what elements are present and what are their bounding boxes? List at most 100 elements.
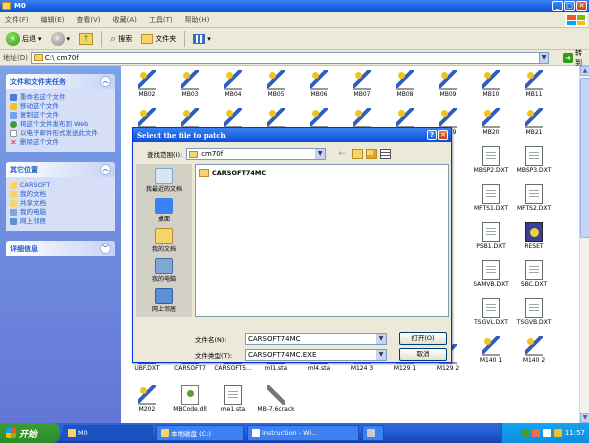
file-item[interactable]: MFTS1.DXT xyxy=(471,184,511,220)
other-places-header[interactable]: 其它位置 ︿ xyxy=(6,162,115,177)
collapse-icon[interactable]: ︿ xyxy=(100,76,111,87)
forward-button[interactable]: › ▾ xyxy=(48,30,74,48)
place-recent[interactable]: 我最近的文档 xyxy=(146,168,182,193)
volume-tray-icon[interactable] xyxy=(542,429,551,437)
new-folder-icon[interactable] xyxy=(366,149,378,159)
file-item[interactable]: MB09 xyxy=(428,70,468,106)
list-item[interactable]: CARSOFT74MC xyxy=(199,169,445,177)
file-item[interactable]: MB05 xyxy=(256,70,296,106)
file-item[interactable]: MFTS2.DXT xyxy=(514,184,554,220)
file-item[interactable]: MB11 xyxy=(514,70,554,106)
start-button[interactable]: 开始 xyxy=(0,423,60,443)
views-button[interactable]: ▾ xyxy=(190,30,214,48)
dialog-close-button[interactable]: ✕ xyxy=(438,130,448,140)
file-item[interactable]: MBCode.dll xyxy=(170,385,210,421)
minimize-button[interactable]: _ xyxy=(552,1,563,11)
security-tray-icon[interactable] xyxy=(531,429,540,437)
task-email[interactable]: 以电子邮件形式发送此文件 xyxy=(10,129,111,137)
file-item[interactable]: MBSP2.DXT xyxy=(471,146,511,182)
place-my-documents[interactable]: 我的文档 xyxy=(10,190,111,198)
dialog-file-list[interactable]: CARSOFT74MC xyxy=(195,164,449,317)
file-item[interactable]: MB21 xyxy=(514,108,554,144)
scroll-down-arrow[interactable]: ▼ xyxy=(580,413,589,423)
menu-favorites[interactable]: 收藏(A) xyxy=(113,15,137,25)
file-item[interactable]: SAMVB.DXT xyxy=(471,260,511,296)
place-my-documents[interactable]: 我的文档 xyxy=(152,228,176,253)
dialog-title-bar[interactable]: Select the file to patch xyxy=(133,128,451,142)
place-my-computer[interactable]: 我的电脑 xyxy=(152,258,176,283)
file-item[interactable]: PSB1.DXT xyxy=(471,222,511,258)
help-button[interactable]: ? xyxy=(427,130,437,140)
task-move[interactable]: 移动这个文件 xyxy=(10,102,111,110)
address-dropdown-arrow[interactable]: ▼ xyxy=(539,51,550,64)
task-copy[interactable]: 复制这个文件 xyxy=(10,111,111,119)
file-item[interactable]: TSGVB.DXT xyxy=(514,298,554,334)
explorer-title-bar[interactable]: M0 _ □ ✕ xyxy=(0,0,589,12)
file-item[interactable]: MB07 xyxy=(342,70,382,106)
chevron-down-icon[interactable]: ▼ xyxy=(376,334,386,344)
go-button[interactable]: ➜ 转到 xyxy=(563,48,589,68)
menu-file[interactable]: 文件(F) xyxy=(5,15,29,25)
maximize-button[interactable]: □ xyxy=(564,1,575,11)
taskbar-item-instruction[interactable]: instruction - Wi... xyxy=(247,425,359,441)
ime-tray-icon[interactable] xyxy=(553,429,562,437)
place-shared-documents[interactable]: 共享文档 xyxy=(10,199,111,207)
place-network[interactable]: 网上邻居 xyxy=(152,288,176,313)
file-item[interactable]: M140 1 xyxy=(471,336,511,372)
cancel-button[interactable]: 取消 xyxy=(399,348,447,361)
collapse-icon[interactable]: ︿ xyxy=(100,164,111,175)
file-item[interactable]: MB08 xyxy=(385,70,425,106)
scroll-thumb[interactable] xyxy=(580,78,589,238)
filetype-select[interactable]: CARSOFT74MC.EXE ▼ xyxy=(245,349,387,361)
chevron-down-icon[interactable]: ▼ xyxy=(376,350,386,360)
task-rename[interactable]: 重命名这个文件 xyxy=(10,93,111,101)
close-button[interactable]: ✕ xyxy=(576,1,587,11)
up-button[interactable]: ↑ xyxy=(76,30,96,48)
file-label: me1.sta xyxy=(220,406,246,414)
task-delete[interactable]: ✕ 删除这个文件 xyxy=(10,138,111,147)
file-tasks-header[interactable]: 文件和文件夹任务 ︿ xyxy=(6,74,115,89)
taskbar-item-local-disk[interactable]: 本地磁盘 (C:) xyxy=(156,425,244,441)
expand-icon[interactable]: ﹀ xyxy=(100,243,111,254)
view-menu-icon[interactable] xyxy=(380,149,392,159)
vertical-scrollbar[interactable]: ▲ ▼ xyxy=(579,66,589,423)
address-input[interactable]: C:\ cm70f xyxy=(30,51,550,64)
file-item[interactable]: MB03 xyxy=(170,70,210,106)
look-in-combo[interactable]: cm70f ▼ xyxy=(186,148,327,160)
file-item[interactable]: MB04 xyxy=(213,70,253,106)
back-arrow-icon[interactable]: ← xyxy=(338,149,349,159)
place-my-computer[interactable]: 我的电脑 xyxy=(10,208,111,216)
file-item[interactable]: MB06 xyxy=(299,70,339,106)
file-item[interactable]: MB-7.6crack xyxy=(256,385,296,421)
chevron-down-icon[interactable]: ▼ xyxy=(315,149,326,159)
place-network[interactable]: 网上邻居 xyxy=(10,217,111,225)
taskbar-item-m0[interactable]: M0 xyxy=(63,425,153,441)
scroll-up-arrow[interactable]: ▲ xyxy=(580,66,589,76)
open-button[interactable]: 打开(O) xyxy=(399,332,447,345)
file-item[interactable]: TSGVL.DXT xyxy=(471,298,511,334)
menu-view[interactable]: 查看(V) xyxy=(76,15,100,25)
network-tray-icon[interactable] xyxy=(520,429,529,437)
file-item[interactable]: MB02 xyxy=(127,70,167,106)
menu-tools[interactable]: 工具(T) xyxy=(149,15,173,25)
details-header[interactable]: 详细信息 ﹀ xyxy=(6,241,115,256)
place-carsoft[interactable]: CARSOFT xyxy=(10,181,111,189)
file-item[interactable]: SBC.DXT xyxy=(514,260,554,296)
file-item[interactable]: MBSP3.DXT xyxy=(514,146,554,182)
file-item[interactable]: MB10 xyxy=(471,70,511,106)
place-desktop[interactable]: 桌面 xyxy=(155,198,173,223)
search-button[interactable]: ⌕ 搜索 xyxy=(107,30,135,48)
menu-edit[interactable]: 编辑(E) xyxy=(41,15,65,25)
task-publish-web[interactable]: 将这个文件发布到 Web xyxy=(10,120,111,128)
taskbar-item-tool[interactable] xyxy=(362,425,384,441)
file-item[interactable]: MB20 xyxy=(471,108,511,144)
file-item[interactable]: M140 2 xyxy=(514,336,554,372)
file-item[interactable]: M202 xyxy=(127,385,167,421)
folders-button[interactable]: 文件夹 xyxy=(138,30,179,48)
file-item[interactable]: RESET xyxy=(514,222,554,258)
up-folder-icon[interactable] xyxy=(352,149,364,159)
menu-help[interactable]: 帮助(H) xyxy=(185,15,210,25)
filename-field[interactable]: CARSOFT74MC ▼ xyxy=(245,333,387,345)
back-button[interactable]: ‹ 后退 ▾ xyxy=(3,30,45,48)
file-item[interactable]: me1.sta xyxy=(213,385,253,421)
